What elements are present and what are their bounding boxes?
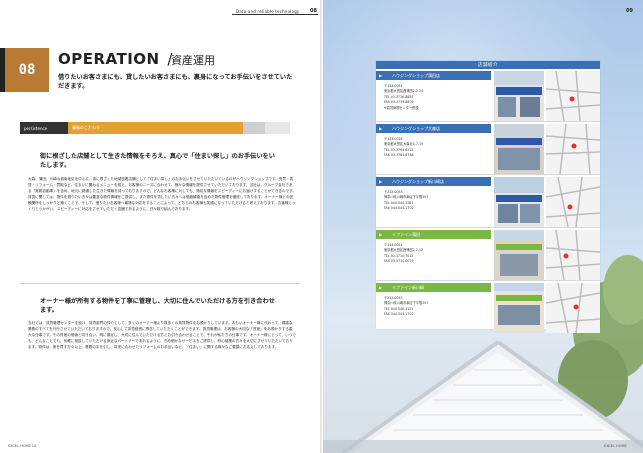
store-card: ▶ ハウジングショップ蒲田店 〒144-0051 東京都大田区西蒲田2-2-10… (376, 71, 600, 122)
block1-heading: 街に根ざした店舗として生きた情報をそろえ、真心で「住まい探し」のお手伝いをいたし… (40, 153, 275, 169)
footer-left: EXCEL HOME 10 (8, 444, 37, 448)
store-address: 〒212-0053 神奈川県川崎市幸区下平間207 TEL 044-544-12… (384, 190, 429, 211)
storefront-photo (494, 177, 544, 227)
header-rule (232, 14, 318, 15)
brochure-spread: Data and reliable technology 08 08 OPERA… (0, 0, 643, 453)
store-name: ハウジングショップ大森店 (392, 125, 440, 131)
chevron-right-icon: ▶ (379, 232, 383, 237)
block2-heading: オーナー様が所有する物件を丁寧に管理し、大切に住んでいただける方を引き合わせます… (40, 298, 275, 314)
storefront-photo (494, 283, 544, 333)
chevron-right-icon: ▶ (379, 179, 383, 184)
section-number-box: 08 (5, 48, 49, 92)
store-panel-title: 店舗紹介 (376, 61, 600, 69)
tag-label-ja: 業務のこだわり (68, 122, 243, 134)
store-address: 〒144-0051 東京都大田区西蒲田2-2-10 TEL 03-3736-88… (384, 84, 424, 110)
tag-label-en: persistence (20, 122, 68, 134)
store-divider (376, 174, 600, 175)
store-map (546, 71, 600, 121)
store-name-bar: ▶ リファイン蒲田 (376, 230, 491, 239)
section-divider (20, 283, 300, 284)
tag-bar-end (243, 122, 265, 134)
store-name: リファイン蒲田 (392, 231, 420, 237)
store-map (546, 283, 600, 333)
store-divider (376, 280, 600, 281)
store-name-bar: ▶ ハウジングショップ蒲田店 (376, 71, 491, 80)
section-lead: 借りたいお客さまにも、貸したいお客さまにも、裏身になってお手伝いをさせていただき… (58, 74, 293, 90)
store-divider (376, 121, 600, 122)
running-title: Data and reliable technology (236, 9, 300, 14)
section-title-ja: 資産運用 (171, 54, 215, 67)
store-card: ▶ ハウジングショップ新川崎店 〒212-0053 神奈川県川崎市幸区下平間20… (376, 177, 600, 228)
page-number-left: 08 (310, 8, 317, 14)
storefront-photo (494, 124, 544, 174)
store-map (546, 124, 600, 174)
storefront-photo (494, 71, 544, 121)
store-divider (376, 227, 600, 228)
store-address: 〒212-0053 神奈川県川崎市幸区下平間207 TEL 044-540-31… (384, 296, 429, 317)
store-name-bar: ▶ ハウジングショップ新川崎店 (376, 177, 491, 186)
footer-right: EXCEL HOME (604, 444, 627, 448)
store-name-bar: ▶ リファイン新川崎 (376, 283, 491, 292)
store-address: 〒143-0016 東京都大田区大森北4-7-15 TEL 03-3764-62… (384, 137, 424, 158)
store-card: ▶ リファイン新川崎 〒212-0053 神奈川県川崎市幸区下平間207 TEL… (376, 283, 600, 333)
chevron-right-icon: ▶ (379, 126, 383, 131)
store-card: ▶ リファイン蒲田 〒144-0051 東京都大田区西蒲田2-2-12 TEL … (376, 230, 600, 281)
store-panel: 店舗紹介 ▶ ハウジングショップ蒲田店 〒144-0051 東京都大田区西蒲田2… (376, 61, 600, 333)
store-name: ハウジングショップ蒲田店 (392, 72, 440, 78)
block2-body: 当社では、賃貸管理センターを設け、賃貸部門の仲介として、多くのオーナー様より数多… (28, 321, 296, 350)
block1-body: 大森、蒲田、川崎の城南地区を中心に、街に根ざした地域密着店舗として「住まい探し」… (28, 177, 297, 212)
store-name: リファイン新川崎 (392, 284, 424, 290)
chevron-right-icon: ▶ (379, 73, 383, 78)
store-name: ハウジングショップ新川崎店 (392, 178, 444, 184)
storefront-photo (494, 230, 544, 280)
store-map (546, 230, 600, 280)
store-map (546, 177, 600, 227)
section-title-en-text: OPERATION (58, 50, 160, 68)
section-title-en: OPERATION / (58, 50, 173, 68)
left-page: Data and reliable technology 08 08 OPERA… (0, 0, 321, 453)
chevron-right-icon: ▶ (379, 285, 383, 290)
page-number-right: 09 (626, 8, 633, 14)
store-card: ▶ ハウジングショップ大森店 〒143-0016 東京都大田区大森北4-7-15… (376, 124, 600, 175)
store-address: 〒144-0051 東京都大田区西蒲田2-2-12 TEL 03-5710-70… (384, 243, 424, 264)
store-name-bar: ▶ ハウジングショップ大森店 (376, 124, 491, 133)
